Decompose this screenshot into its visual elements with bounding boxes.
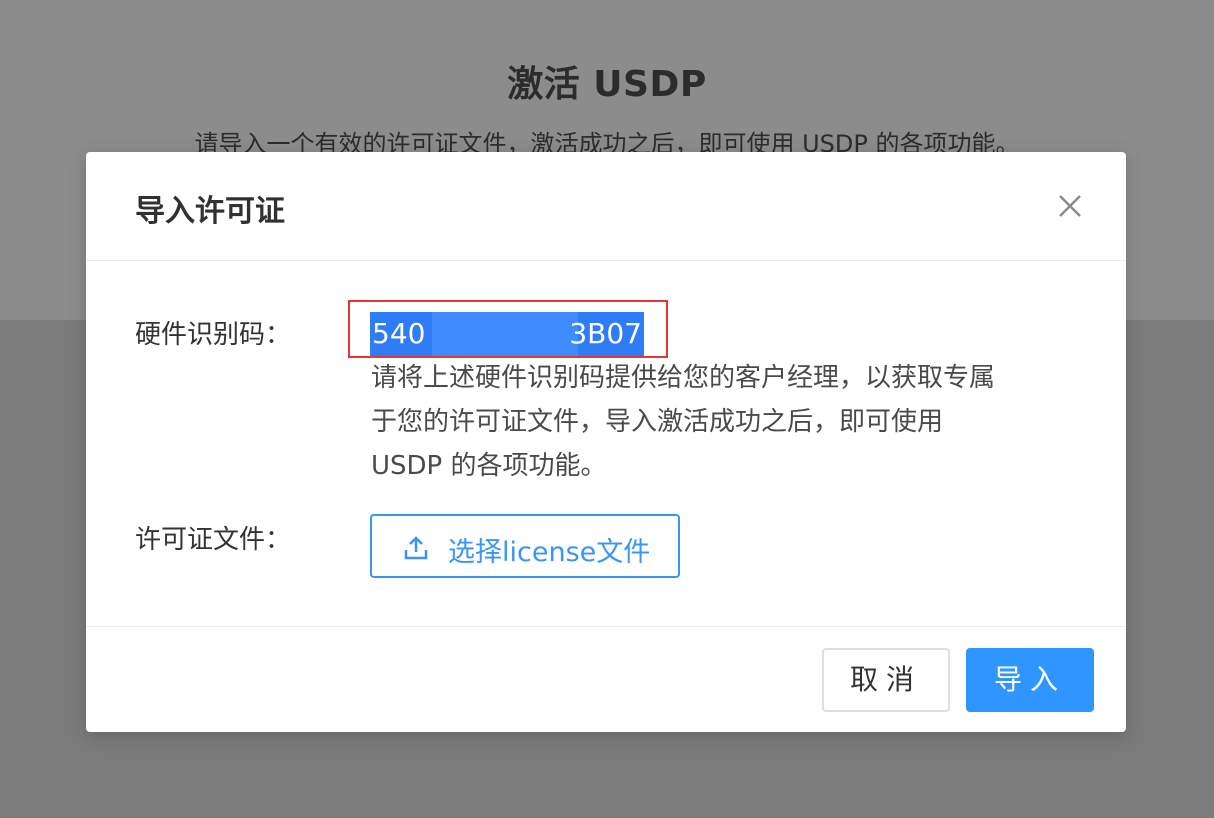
hardware-id-end: 3B07 [569,317,642,350]
cancel-button[interactable]: 取消 [822,648,950,712]
page-title: 激活 USDP [507,64,707,105]
hardware-id-hint: 请将上述硬件识别码提供给您的客户经理，以获取专属于您的许可证文件，导入激活成功之… [371,363,996,481]
footer-divider [86,626,1126,627]
close-icon [1059,195,1081,217]
dialog-header: 导入许可证 [86,152,1126,261]
hardware-id-value[interactable]: 540 3B07 [370,312,644,356]
dialog-title: 导入许可证 [135,194,285,229]
select-license-button[interactable]: 选择license文件 [370,514,680,578]
select-license-label: 选择license文件 [448,537,651,568]
license-file-label: 许可证文件： [135,525,292,555]
hardware-id-label: 硬件识别码： [135,320,292,350]
import-button[interactable]: 导入 [966,648,1094,712]
close-button[interactable] [1052,188,1088,224]
hardware-id-start: 540 [372,317,426,350]
upload-icon [404,536,428,560]
import-license-dialog: 导入许可证 硬件识别码： 540 3B07 请将上述硬件识别码提供给您的客户经理… [86,152,1126,732]
